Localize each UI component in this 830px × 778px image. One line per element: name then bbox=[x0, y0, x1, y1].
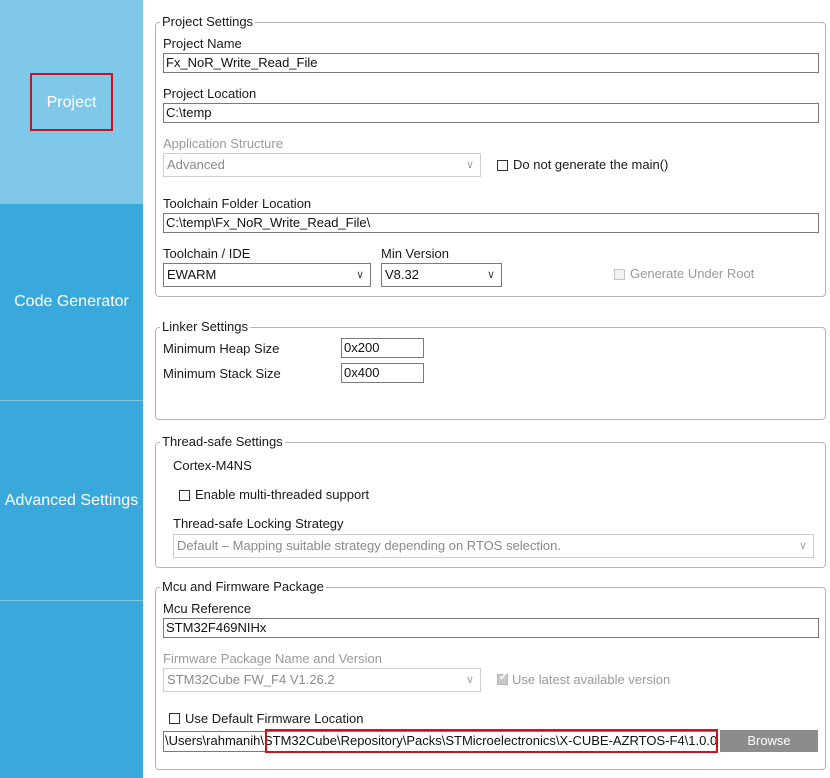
multithread-checkbox[interactable] bbox=[179, 490, 190, 501]
sidebar-item-label: Project bbox=[29, 73, 114, 131]
generate-under-root-label: Generate Under Root bbox=[630, 266, 755, 281]
fw-location-prefix: \Users\rahmanih\ bbox=[165, 733, 264, 748]
group-title: Linker Settings bbox=[160, 319, 250, 335]
do-not-generate-main-label: Do not generate the main() bbox=[513, 157, 669, 172]
chevron-down-icon: ∨ bbox=[486, 269, 495, 281]
group-title: Mcu and Firmware Package bbox=[160, 579, 326, 595]
sidebar-item-label: Advanced Settings bbox=[4, 491, 139, 509]
use-latest-checkbox: ✔ bbox=[497, 672, 508, 685]
mcu-reference-label: Mcu Reference bbox=[163, 601, 252, 616]
sidebar-divider bbox=[0, 600, 143, 601]
sidebar: Project Code Generator Advanced Settings bbox=[0, 0, 143, 778]
fw-location-path: STM32Cube\Repository\Packs\STMicroelectr… bbox=[263, 733, 717, 748]
locking-strategy-value: Default – Mapping suitable strategy depe… bbox=[177, 538, 561, 553]
toolchain-folder-label: Toolchain Folder Location bbox=[163, 196, 312, 211]
group-title: Thread-safe Settings bbox=[160, 434, 285, 450]
fw-package-value: STM32Cube FW_F4 V1.26.2 bbox=[167, 672, 335, 687]
group-title: Project Settings bbox=[160, 14, 256, 30]
stack-size-input[interactable]: 0x400 bbox=[341, 363, 424, 383]
do-not-generate-main-checkbox[interactable] bbox=[497, 160, 508, 171]
locking-strategy-label: Thread-safe Locking Strategy bbox=[173, 516, 344, 531]
fw-package-label: Firmware Package Name and Version bbox=[163, 651, 382, 666]
stack-size-label: Minimum Stack Size bbox=[163, 366, 281, 381]
browse-button[interactable]: Browse bbox=[720, 730, 818, 752]
toolchain-ide-label: Toolchain / IDE bbox=[163, 246, 251, 261]
min-version-value: V8.32 bbox=[385, 267, 419, 282]
multithread-label: Enable multi-threaded support bbox=[195, 487, 370, 502]
app-structure-select: Advanced ∨ bbox=[163, 153, 481, 177]
generate-under-root-checkbox bbox=[614, 269, 625, 280]
sidebar-item-label: Code Generator bbox=[14, 293, 129, 310]
app-structure-value: Advanced bbox=[167, 157, 225, 172]
checkmark-icon: ✔ bbox=[499, 672, 508, 683]
use-default-location-label: Use Default Firmware Location bbox=[185, 711, 364, 726]
locking-strategy-select: Default – Mapping suitable strategy depe… bbox=[173, 534, 814, 558]
project-location-input[interactable]: C:\temp bbox=[163, 103, 819, 123]
heap-size-label: Minimum Heap Size bbox=[163, 341, 280, 356]
project-location-label: Project Location bbox=[163, 86, 257, 101]
mcu-reference-input[interactable]: STM32F469NIHx bbox=[163, 618, 819, 638]
sidebar-item-project[interactable]: Project bbox=[0, 0, 143, 204]
chevron-down-icon: ∨ bbox=[465, 674, 474, 686]
app-structure-label: Application Structure bbox=[163, 136, 283, 151]
sidebar-item-advanced-settings[interactable]: Advanced Settings bbox=[0, 401, 143, 600]
project-name-label: Project Name bbox=[163, 36, 242, 51]
sidebar-item-code-generator[interactable]: Code Generator bbox=[0, 204, 143, 400]
chevron-down-icon: ∨ bbox=[798, 540, 807, 552]
core-label: Cortex-M4NS bbox=[173, 458, 252, 473]
fw-package-select: STM32Cube FW_F4 V1.26.2 ∨ bbox=[163, 668, 481, 692]
chevron-down-icon: ∨ bbox=[355, 269, 364, 281]
toolchain-ide-select[interactable]: EWARM ∨ bbox=[163, 263, 371, 287]
use-default-location-checkbox[interactable] bbox=[169, 713, 180, 724]
min-version-label: Min Version bbox=[381, 246, 449, 261]
min-version-select[interactable]: V8.32 ∨ bbox=[381, 263, 502, 287]
heap-size-input[interactable]: 0x200 bbox=[341, 338, 424, 358]
chevron-down-icon: ∨ bbox=[465, 159, 474, 171]
toolchain-folder-input[interactable]: C:\temp\Fx_NoR_Write_Read_File\ bbox=[163, 213, 819, 233]
toolchain-ide-value: EWARM bbox=[167, 267, 217, 282]
project-name-input[interactable]: Fx_NoR_Write_Read_File bbox=[163, 53, 819, 73]
use-latest-label: Use latest available version bbox=[512, 672, 671, 687]
fw-location-input[interactable]: \Users\rahmanih\STM32Cube\Repository\Pac… bbox=[163, 731, 717, 752]
